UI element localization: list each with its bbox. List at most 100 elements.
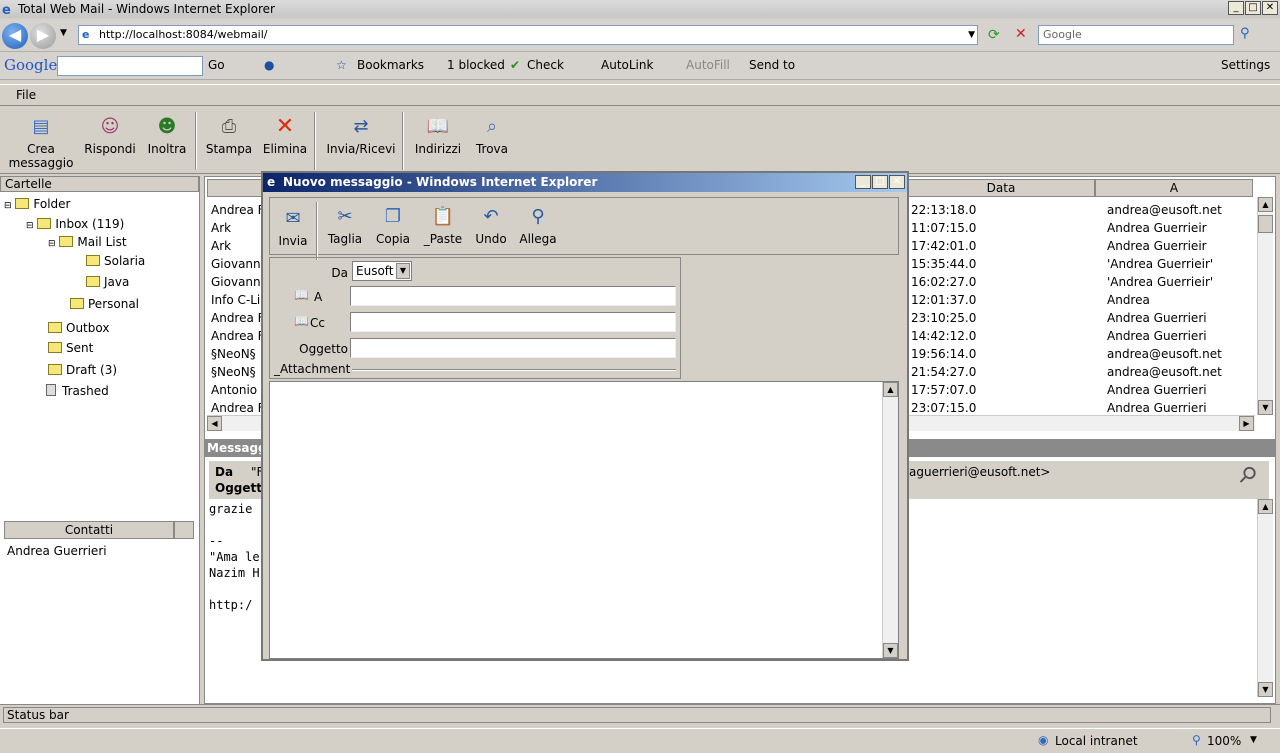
- copy-button[interactable]: ❐ Copia: [374, 206, 412, 246]
- dialog-toolbar: ✉ Invia ✂ Taglia ❐ Copia 📋 _Paste ↶ Undo ⚲ All…: [269, 197, 899, 260]
- tree-item-trashed[interactable]: Trashed: [46, 384, 109, 398]
- delete-button[interactable]: ✕ Elimina: [262, 116, 308, 157]
- preview-body: grazie -- "Ama le Nazim H http:/: [209, 502, 260, 612]
- toolbar-separator: [316, 202, 318, 260]
- address-book-icon[interactable]: 📖: [294, 314, 309, 328]
- scroll-left-button[interactable]: ◀: [207, 416, 222, 431]
- preview-scrollbar[interactable]: ▲ ▼: [1257, 499, 1273, 697]
- print-button[interactable]: ⎙ Stampa: [204, 116, 254, 156]
- refresh-icon[interactable]: ⟳: [988, 27, 1000, 43]
- tree-item-personal[interactable]: Personal: [70, 297, 139, 311]
- from-select[interactable]: Eusoft ▼: [352, 261, 412, 281]
- popup-blocked-button[interactable]: 1 blocked: [447, 58, 505, 72]
- menu-bar: File: [0, 84, 1280, 106]
- column-header-to[interactable]: A: [1095, 179, 1253, 197]
- scroll-up-button[interactable]: ▲: [883, 382, 898, 397]
- autofill-button[interactable]: AutoFill: [686, 58, 730, 72]
- reply-button[interactable]: ☺ Rispondi: [84, 116, 136, 156]
- go-button[interactable]: Go: [208, 58, 225, 72]
- row-date: 21:54:27.0: [911, 365, 977, 379]
- globe-icon[interactable]: ●: [264, 58, 274, 72]
- undo-button[interactable]: ↶ Undo: [474, 206, 508, 246]
- toolbar-separator: [402, 112, 404, 170]
- search-input[interactable]: Google: [1038, 25, 1234, 45]
- tree-item-java[interactable]: Java: [86, 275, 129, 289]
- message-list-scrollbar[interactable]: ▲ ▼: [1257, 197, 1273, 415]
- new-message-button[interactable]: ▤ Crea messaggio: [8, 116, 74, 170]
- back-button[interactable]: ◀: [2, 23, 28, 49]
- find-button[interactable]: ⌕ Trova: [472, 116, 512, 156]
- scroll-right-button[interactable]: ▶: [1239, 416, 1254, 431]
- scroll-down-button[interactable]: ▼: [1258, 682, 1273, 697]
- folders-header: Cartelle: [0, 176, 199, 192]
- zoom-level[interactable]: 100%: [1207, 734, 1241, 748]
- send-to-button[interactable]: Send to: [749, 58, 795, 72]
- message-body-editor[interactable]: ▲ ▼: [269, 381, 899, 659]
- contact-item[interactable]: Andrea Guerrieri: [7, 544, 107, 558]
- close-button[interactable]: ✕: [1262, 1, 1278, 15]
- url-dropdown-icon[interactable]: ▼: [968, 26, 975, 44]
- column-header-date[interactable]: Data: [907, 179, 1095, 197]
- row-date: 22:13:18.0: [911, 203, 977, 217]
- chevron-down-icon[interactable]: ▼: [396, 263, 410, 279]
- url-input[interactable]: e http://localhost:8084/webmail/ ▼: [78, 25, 978, 45]
- scroll-down-button[interactable]: ▼: [1258, 400, 1273, 415]
- find-icon: ⌕: [486, 116, 498, 137]
- row-from: §NeoN§: [211, 365, 256, 379]
- menu-file[interactable]: File: [16, 88, 36, 102]
- star-icon[interactable]: ☆: [336, 58, 347, 72]
- folder-icon: [70, 298, 84, 309]
- minimize-button[interactable]: _: [1228, 1, 1244, 15]
- send-icon: ✉: [285, 208, 301, 229]
- dialog-minimize-button[interactable]: _: [855, 175, 871, 189]
- check-button[interactable]: Check: [527, 58, 564, 72]
- scroll-thumb[interactable]: [1258, 215, 1273, 233]
- forward-mail-button[interactable]: ☻ Inoltra: [144, 116, 190, 156]
- row-date: 17:57:07.0: [911, 383, 977, 397]
- spellcheck-icon: ✔: [510, 58, 521, 72]
- maximize-button[interactable]: □: [1245, 1, 1261, 15]
- tree-item-sent[interactable]: Sent: [48, 341, 93, 355]
- dialog-close-button[interactable]: ✕: [889, 175, 905, 189]
- autolink-button[interactable]: AutoLink: [601, 58, 653, 72]
- zoom-dropdown-icon[interactable]: ▼: [1250, 735, 1257, 745]
- send-button[interactable]: ✉ Invia: [276, 208, 310, 248]
- tree-item-folder[interactable]: ⊟ Folder: [4, 197, 70, 211]
- folder-icon: [86, 276, 100, 287]
- editor-scrollbar[interactable]: ▲ ▼: [882, 382, 898, 658]
- scroll-up-button[interactable]: ▲: [1258, 499, 1273, 514]
- folder-icon: [86, 255, 100, 266]
- window-titlebar: e Total Web Mail - Windows Internet Expl…: [0, 0, 1280, 18]
- forward-button[interactable]: ▶: [30, 23, 56, 49]
- tree-item-mail-list[interactable]: ⊟ Mail List: [48, 235, 127, 249]
- row-to: andrea@eusoft.net: [1107, 203, 1222, 217]
- to-field[interactable]: [350, 286, 676, 306]
- new-message-dialog: e Nuovo messaggio - Windows Internet Exp…: [261, 171, 909, 661]
- google-search-input[interactable]: [57, 56, 203, 76]
- cut-button[interactable]: ✂ Taglia: [326, 206, 364, 246]
- reply-icon: ☺: [100, 116, 120, 137]
- stop-icon[interactable]: ✕: [1015, 26, 1027, 42]
- cc-field[interactable]: [350, 312, 676, 332]
- tree-item-draft[interactable]: Draft (3): [48, 363, 117, 377]
- bookmarks-button[interactable]: Bookmarks: [357, 58, 424, 72]
- address-book-icon[interactable]: 📖: [294, 288, 309, 302]
- scroll-down-button[interactable]: ▼: [883, 643, 898, 658]
- tree-item-solaria[interactable]: Solaria: [86, 254, 145, 268]
- attach-button[interactable]: ⚲ Allega: [518, 206, 558, 246]
- window-title: Total Web Mail - Windows Internet Explor…: [18, 2, 275, 16]
- history-dropdown-icon[interactable]: ▼: [60, 28, 67, 38]
- tree-item-outbox[interactable]: Outbox: [48, 321, 109, 335]
- row-date: 19:56:14.0: [911, 347, 977, 361]
- send-receive-button[interactable]: ⇄ Invia/Ricevi: [324, 116, 398, 156]
- tree-item-inbox[interactable]: ⊟ Inbox (119): [26, 217, 124, 231]
- dialog-maximize-button[interactable]: □: [872, 175, 888, 189]
- settings-button[interactable]: Settings: [1221, 58, 1270, 72]
- address-book-button[interactable]: 📖 Indirizzi: [414, 116, 462, 156]
- paste-button[interactable]: 📋 _Paste: [422, 206, 464, 246]
- row-to: Andrea Guerrieir: [1107, 221, 1207, 235]
- subject-field[interactable]: [350, 338, 676, 358]
- scroll-up-button[interactable]: ▲: [1258, 197, 1273, 212]
- search-icon[interactable]: ⚲: [1240, 26, 1250, 41]
- attachment-icon[interactable]: ⚲: [1233, 461, 1262, 490]
